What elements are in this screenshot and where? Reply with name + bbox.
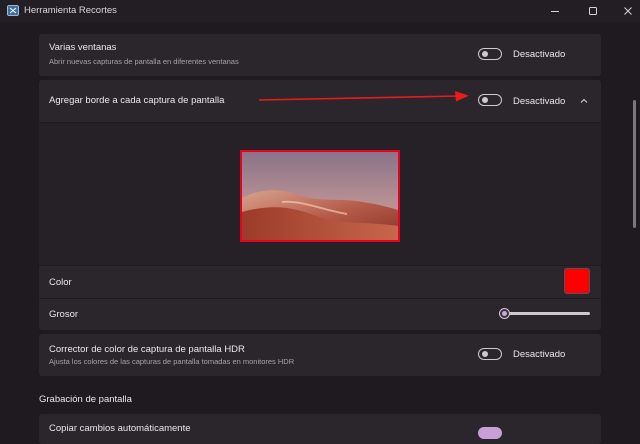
multiple-windows-toggle-state: Desactivado xyxy=(513,49,566,60)
toggle-knob xyxy=(482,51,488,57)
maximize-icon[interactable] xyxy=(586,4,600,18)
add-border-label: Agregar borde a cada captura de pantalla xyxy=(49,95,225,106)
hdr-corrector-toggle[interactable] xyxy=(478,348,502,360)
screen-recording-section-title: Grabación de pantalla xyxy=(39,394,132,405)
add-border-toggle-state: Desactivado xyxy=(513,96,566,107)
toggle-knob xyxy=(482,351,488,357)
close-icon[interactable] xyxy=(621,4,635,18)
minimize-icon[interactable] xyxy=(548,4,562,18)
copy-changes-label: Copiar cambios automáticamente xyxy=(49,423,191,434)
border-thickness-label: Grosor xyxy=(49,309,79,320)
hdr-corrector-toggle-state: Desactivado xyxy=(513,349,566,360)
border-thickness-slider-thumb[interactable] xyxy=(499,308,510,319)
app-title: Herramienta Recortes xyxy=(24,5,117,16)
multiple-windows-label: Varias ventanas xyxy=(49,42,117,53)
multiple-windows-toggle[interactable] xyxy=(478,48,502,60)
hdr-corrector-description: Ajusta los colores de las capturas de pa… xyxy=(49,357,295,366)
snipping-tool-app-icon xyxy=(7,5,19,16)
border-preview-image xyxy=(240,150,400,242)
annotation-arrow-icon xyxy=(258,91,469,102)
vertical-scrollbar[interactable] xyxy=(633,100,636,228)
chevron-up-icon[interactable] xyxy=(579,96,589,106)
border-color-label: Color xyxy=(49,277,72,288)
add-border-toggle[interactable] xyxy=(478,94,502,106)
border-thickness-slider-track[interactable] xyxy=(499,312,590,315)
border-color-swatch[interactable] xyxy=(564,268,590,294)
multiple-windows-description: Abrir nuevas capturas de pantalla en dif… xyxy=(49,57,239,66)
copy-changes-toggle[interactable] xyxy=(478,427,502,439)
title-bar: Herramienta Recortes xyxy=(0,0,640,22)
toggle-knob xyxy=(482,97,488,103)
hdr-corrector-label: Corrector de color de captura de pantall… xyxy=(49,344,245,355)
setting-row-border-color xyxy=(39,266,601,298)
